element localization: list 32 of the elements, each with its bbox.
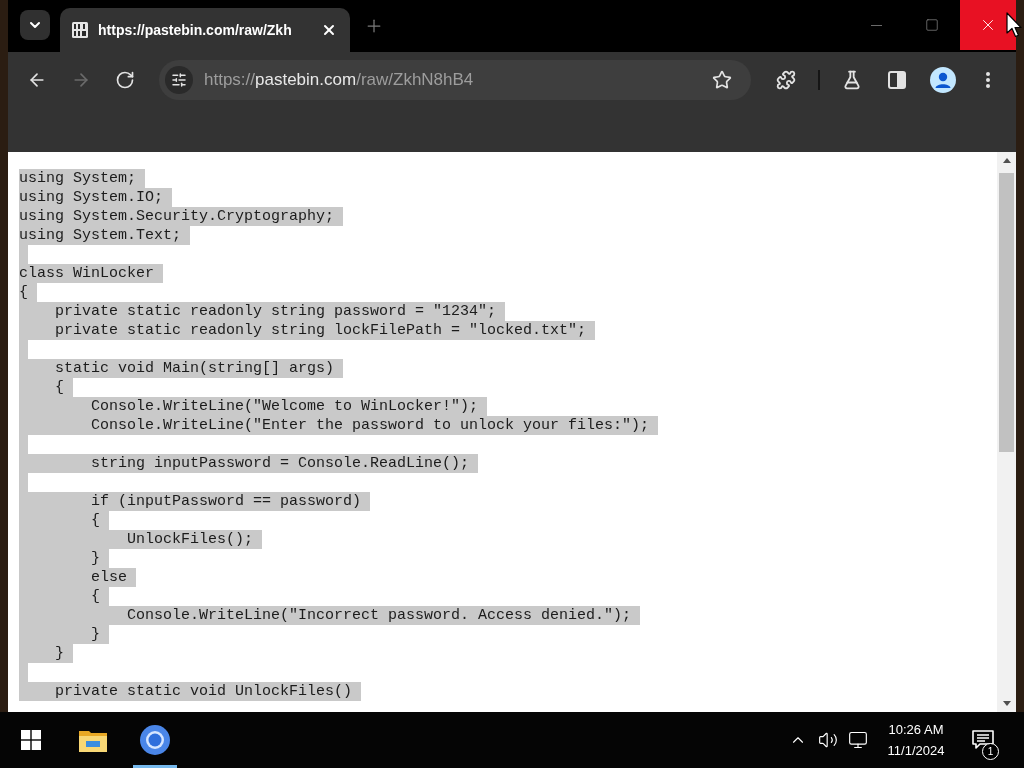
- cursor-icon: [1006, 12, 1022, 38]
- triangle-up-icon: [1002, 158, 1011, 163]
- tab-list-button[interactable]: [20, 10, 50, 40]
- clock-time: 10:26 AM: [888, 721, 944, 739]
- file-icon: [72, 22, 88, 38]
- profile-button[interactable]: [927, 64, 959, 96]
- window-close-button[interactable]: [960, 0, 1016, 50]
- menu-icon: [986, 72, 990, 88]
- url-text: https://pastebin.com/raw/ZkhN8hB4: [204, 69, 474, 92]
- maximize-icon: [925, 18, 939, 32]
- browser-icon: [140, 725, 170, 755]
- clock-date: 11/1/2024: [887, 742, 945, 760]
- avatar-icon: [930, 67, 956, 93]
- monitor-icon: [848, 730, 868, 750]
- windows-logo-icon: [21, 730, 41, 750]
- puzzle-icon: [776, 70, 796, 90]
- reload-icon: [115, 70, 135, 90]
- folder-icon: [79, 728, 107, 752]
- site-info-button[interactable]: [165, 66, 193, 94]
- tab-title: https://pastebin.com/raw/Zkh: [98, 20, 292, 40]
- scrollbar-thumb[interactable]: [999, 173, 1014, 452]
- speaker-icon: [818, 730, 838, 750]
- sliders-icon: [171, 72, 187, 88]
- side-panel-icon: [888, 71, 906, 89]
- close-icon: [321, 22, 337, 38]
- browser-tab[interactable]: https://pastebin.com/raw/Zkh: [60, 8, 350, 52]
- address-bar[interactable]: https://pastebin.com/raw/ZkhN8hB4: [159, 60, 751, 100]
- triangle-down-icon: [1002, 701, 1011, 706]
- notifications-button[interactable]: 1: [962, 720, 1004, 760]
- flask-icon: [842, 70, 862, 90]
- minimize-icon: [870, 24, 882, 26]
- notification-count-badge: 1: [982, 743, 999, 760]
